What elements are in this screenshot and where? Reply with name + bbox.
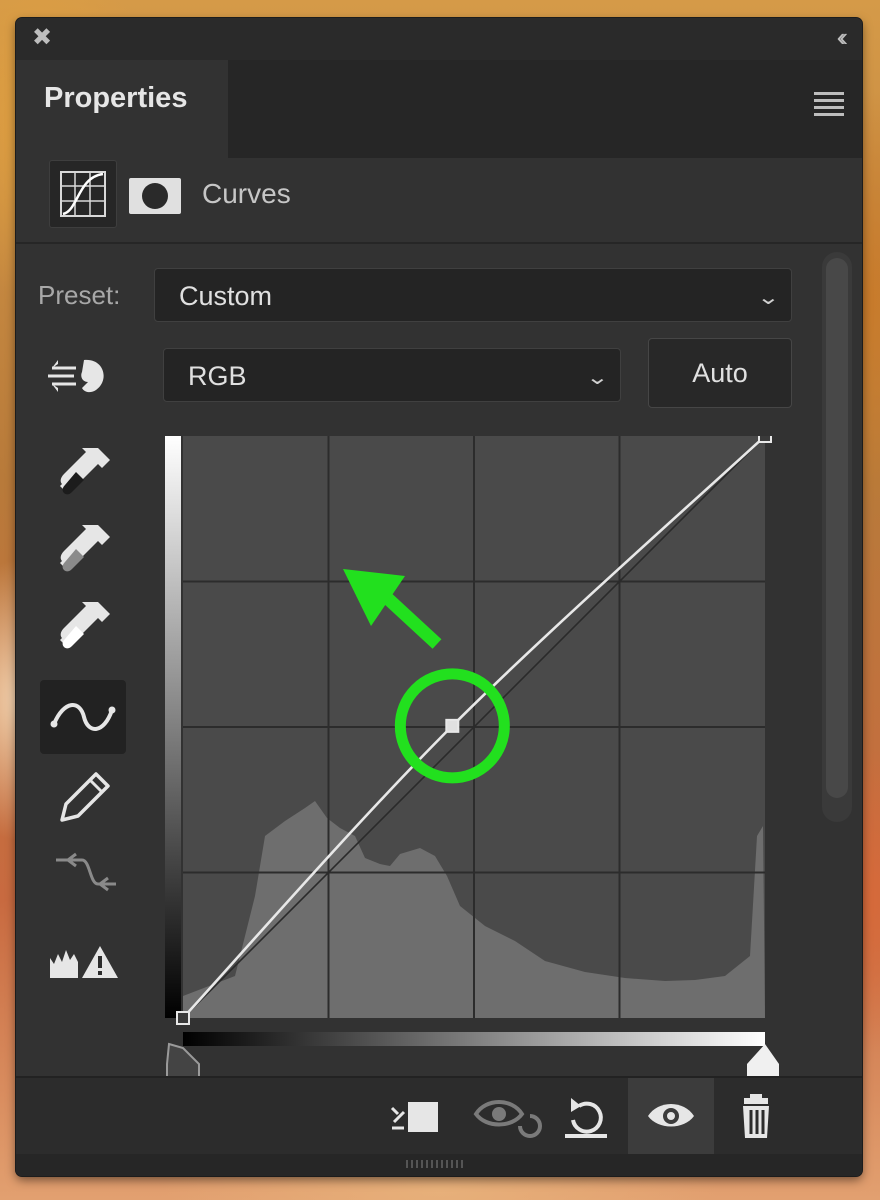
white-point-eyedropper-icon[interactable] <box>44 592 124 664</box>
close-icon[interactable]: ✖ <box>32 26 52 50</box>
tab-label: Properties <box>44 82 188 114</box>
adjustment-title: Curves <box>202 178 291 209</box>
hamburger-menu-icon[interactable] <box>814 92 844 120</box>
clip-to-layer-icon[interactable] <box>376 1078 462 1156</box>
point-curve-tool-icon[interactable] <box>40 680 126 754</box>
channel-dropdown[interactable]: RGB ⌄ <box>163 348 621 402</box>
delete-icon[interactable] <box>714 1078 800 1156</box>
vertical-scrollbar[interactable] <box>822 252 852 822</box>
clipping-warning-icon[interactable] <box>44 924 124 996</box>
preset-dropdown[interactable]: Custom ⌄ <box>154 268 792 322</box>
curve-point[interactable] <box>758 436 772 443</box>
pencil-draw-icon[interactable] <box>44 760 124 832</box>
output-gradient-bar <box>165 436 181 1018</box>
toggle-visibility-icon[interactable] <box>628 1078 714 1156</box>
auto-button[interactable]: Auto <box>648 338 792 408</box>
panel-title-bar[interactable]: ✖ ‹‹ <box>16 18 862 60</box>
chevron-down-icon: ⌄ <box>756 287 781 309</box>
selected-curve-point[interactable] <box>445 718 460 733</box>
scrollbar-thumb[interactable] <box>826 258 848 798</box>
curves-graph[interactable] <box>165 436 785 1096</box>
black-point-eyedropper-icon[interactable] <box>44 438 124 510</box>
layer-mask-icon[interactable] <box>129 178 181 214</box>
curve-point[interactable] <box>176 1011 190 1025</box>
gray-point-eyedropper-icon[interactable] <box>44 515 124 587</box>
on-image-adjustment-icon[interactable] <box>46 352 116 402</box>
smooth-curve-icon[interactable] <box>44 838 124 910</box>
double-chevron-left-icon[interactable]: ‹‹ <box>837 24 849 50</box>
curves-adjustment-icon[interactable] <box>49 160 117 228</box>
tab-properties[interactable]: Properties <box>16 60 228 158</box>
preset-label: Preset: <box>38 280 121 310</box>
view-previous-state-icon[interactable] <box>462 1078 548 1156</box>
channel-value: RGB <box>188 361 247 391</box>
properties-panel: ✖ ‹‹ Properties Curves Preset: Custom ⌄ … <box>16 18 862 1176</box>
tab-bar: Properties <box>16 60 862 158</box>
panel-footer <box>16 1076 862 1156</box>
resize-grip[interactable] <box>16 1154 862 1176</box>
chevron-down-icon: ⌄ <box>585 367 610 389</box>
preset-value: Custom <box>179 281 273 311</box>
input-gradient-bar <box>183 1032 765 1046</box>
reset-icon[interactable] <box>543 1078 629 1156</box>
